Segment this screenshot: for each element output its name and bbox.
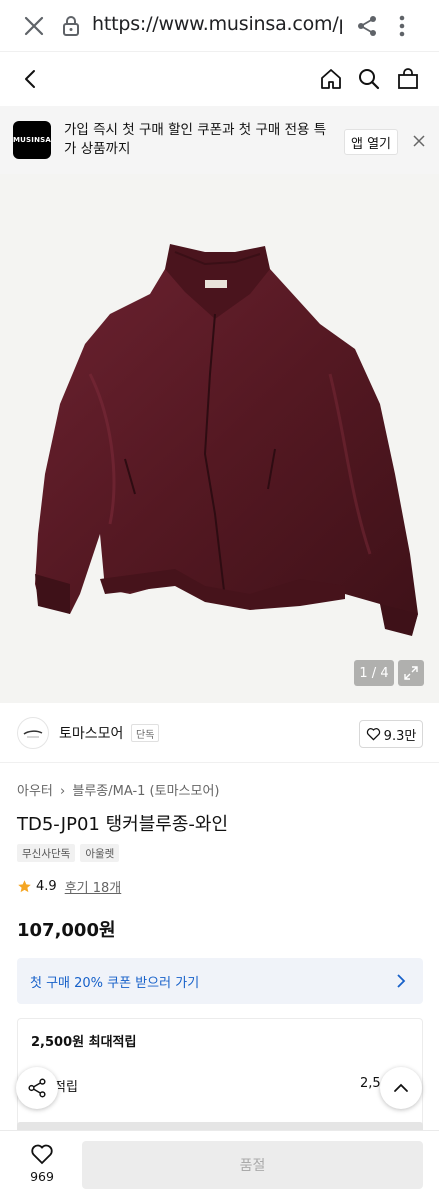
chevron-up-icon: [394, 1083, 408, 1092]
share-icon[interactable]: [356, 15, 378, 37]
rating-score: 4.9: [36, 879, 57, 894]
coupon-label: 첫 구매 20% 쿠폰 받으러 가기: [30, 976, 200, 991]
brand-avatar[interactable]: [17, 717, 49, 749]
image-counter: 1 / 4: [354, 660, 394, 686]
browser-url-bar: https://www.musinsa.com/produ: [0, 0, 439, 52]
open-app-button[interactable]: 앱 열기: [344, 129, 398, 155]
back-arrow-icon[interactable]: [20, 68, 42, 90]
badge-outlet: 아울렛: [80, 844, 120, 862]
home-icon[interactable]: [319, 67, 343, 91]
close-icon[interactable]: [22, 14, 46, 38]
max-points-label: 2,500원 최대적립: [31, 1035, 137, 1050]
site-header: [0, 52, 439, 106]
product-title: TD5-JP01 탱커블루종-와인: [17, 814, 229, 835]
expand-icon[interactable]: [398, 660, 424, 686]
heart-icon[interactable]: [30, 1143, 54, 1165]
share-icon: [28, 1078, 46, 1098]
close-banner-icon[interactable]: [412, 134, 426, 148]
brand-like-count: 9.3만: [383, 728, 417, 744]
breadcrumb-subcategory[interactable]: 블루종/MA-1 (토마스모어): [72, 784, 219, 799]
points-line-value: 2,5: [360, 1076, 381, 1091]
product-badges: 무신사단독 아울렛: [17, 844, 120, 862]
badge-exclusive: 무신사단독: [17, 844, 76, 862]
more-vertical-icon[interactable]: [398, 14, 406, 38]
breadcrumb: 아우터 › 블루종/MA-1 (토마스모어): [17, 780, 220, 799]
lock-icon[interactable]: [62, 15, 80, 37]
product-image[interactable]: [0, 174, 439, 703]
breadcrumb-category[interactable]: 아우터: [17, 784, 53, 799]
jacket-photo: [35, 244, 418, 636]
first-purchase-coupon-banner[interactable]: 첫 구매 20% 쿠폰 받으러 가기: [17, 958, 423, 1004]
review-link[interactable]: 후기 18개: [65, 877, 122, 896]
product-price: 107,000원: [17, 920, 116, 941]
rating-row: 4.9 후기 18개: [17, 877, 121, 896]
shopping-bag-icon[interactable]: [396, 67, 420, 91]
star-icon: [18, 880, 31, 893]
chevron-right-icon: ›: [60, 784, 66, 799]
app-install-banner: MUSINSA 가입 즉시 첫 구매 할인 쿠폰과 첫 구매 전용 특가 상품까…: [0, 106, 439, 174]
exclusive-tag: 단독: [131, 724, 160, 742]
banner-message: 가입 즉시 첫 구매 할인 쿠폰과 첫 구매 전용 특가 상품까지: [64, 122, 327, 157]
bottom-purchase-bar: 969 품절: [0, 1130, 439, 1200]
like-count: 969: [30, 1169, 54, 1184]
brand-row: 토마스모어 단독 9.3만: [0, 703, 439, 763]
brand-name[interactable]: 토마스모어: [59, 723, 123, 743]
scroll-top-button[interactable]: [380, 1067, 422, 1109]
points-box: 2,500원 최대적립 적립 2,5: [17, 1018, 423, 1128]
chevron-right-icon: [397, 974, 406, 988]
brand-like-button[interactable]: 9.3만: [359, 720, 423, 748]
share-button[interactable]: [16, 1067, 58, 1109]
search-icon[interactable]: [357, 67, 381, 91]
sold-out-button[interactable]: 품절: [82, 1141, 423, 1189]
heart-icon: [366, 728, 380, 741]
section-divider: [17, 1122, 423, 1130]
musinsa-logo: MUSINSA: [13, 121, 51, 159]
url-text[interactable]: https://www.musinsa.com/produ: [92, 13, 342, 35]
